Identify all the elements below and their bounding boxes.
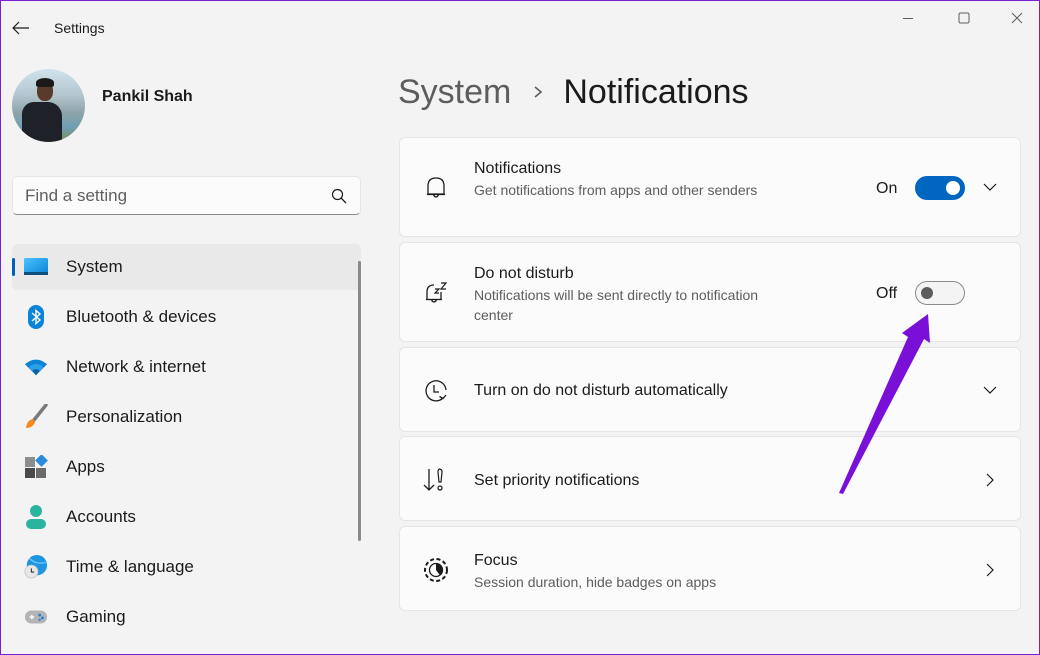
card-title: Focus: [474, 552, 518, 569]
globe-clock-icon: [24, 555, 48, 579]
dnd-automatic-card[interactable]: Turn on do not disturb automatically: [399, 347, 1021, 432]
close-button[interactable]: [994, 2, 1040, 34]
chevron-down-icon[interactable]: [980, 380, 1000, 400]
sidebar-item-label: Gaming: [66, 607, 126, 626]
sidebar-item-label: Network & internet: [66, 357, 206, 376]
avatar-hair-shape: [36, 78, 54, 87]
minimize-button[interactable]: [885, 2, 931, 34]
card-title: Do not disturb: [474, 265, 574, 282]
chevron-right-icon[interactable]: [980, 560, 1000, 580]
avatar-body-shape: [22, 102, 62, 142]
priority-arrow-icon: [422, 466, 450, 494]
toggle-knob: [946, 181, 960, 195]
card-description: Get notifications from apps and other se…: [474, 182, 758, 198]
card-title: Turn on do not disturb automatically: [474, 382, 728, 399]
minimize-icon: [903, 18, 913, 19]
sidebar-item-time-language[interactable]: Time & language: [12, 544, 361, 590]
avatar[interactable]: [12, 69, 85, 142]
title-bar: Settings: [0, 0, 1040, 56]
search-icon[interactable]: [330, 187, 348, 205]
do-not-disturb-toggle[interactable]: [915, 281, 965, 305]
paintbrush-icon: [24, 404, 48, 429]
back-arrow-icon: [12, 21, 29, 35]
card-description: Notifications will be sent directly to n…: [474, 287, 759, 323]
focus-card[interactable]: Focus Session duration, hide badges on a…: [399, 526, 1021, 611]
sidebar-item-network[interactable]: Network & internet: [12, 344, 361, 390]
active-indicator: [12, 258, 15, 276]
app-title: Settings: [54, 20, 105, 36]
bell-snooze-icon: [422, 279, 450, 307]
close-icon: [1011, 12, 1023, 24]
search-input[interactable]: [25, 185, 330, 206]
system-display-icon: [24, 255, 48, 279]
breadcrumb: System Notifications: [398, 70, 749, 114]
maximize-button[interactable]: [941, 2, 987, 34]
apps-icon: [24, 455, 48, 479]
card-title: Notifications: [474, 160, 562, 177]
sidebar-scrollbar[interactable]: [358, 261, 361, 541]
toggle-state-label: On: [876, 180, 898, 197]
sidebar-item-gaming[interactable]: Gaming: [12, 594, 361, 640]
do-not-disturb-card: Do not disturb Notifications will be sen…: [399, 242, 1021, 342]
bluetooth-icon: [24, 305, 48, 329]
card-description: Session duration, hide badges on apps: [474, 574, 717, 590]
focus-timer-icon: [422, 556, 450, 584]
sidebar-item-apps[interactable]: Apps: [12, 444, 361, 490]
user-name: Pankil Shah: [102, 88, 193, 105]
account-icon: [24, 505, 48, 529]
sidebar-item-label: Apps: [66, 457, 105, 476]
sidebar-item-label: Time & language: [66, 557, 194, 576]
bell-icon: [422, 174, 450, 202]
sidebar-item-label: Personalization: [66, 407, 183, 426]
sidebar-item-system[interactable]: System: [12, 244, 361, 290]
clock-refresh-icon: [422, 377, 450, 405]
sidebar-item-label: System: [66, 257, 123, 276]
breadcrumb-parent[interactable]: System: [398, 73, 511, 112]
notifications-toggle[interactable]: [915, 176, 965, 200]
sidebar-item-personalization[interactable]: Personalization: [12, 394, 361, 440]
toggle-knob: [921, 287, 933, 299]
notifications-card[interactable]: Notifications Get notifications from app…: [399, 137, 1021, 237]
gamepad-icon: [24, 605, 48, 629]
toggle-state-label: Off: [876, 285, 898, 302]
page-title: Notifications: [563, 72, 749, 111]
search-field[interactable]: [12, 176, 361, 215]
card-title: Set priority notifications: [474, 472, 640, 489]
maximize-icon: [958, 12, 970, 24]
sidebar-item-label: Bluetooth & devices: [66, 307, 217, 326]
sidebar-nav: System Bluetooth & devices Network & int…: [12, 244, 361, 644]
sidebar-item-accounts[interactable]: Accounts: [12, 494, 361, 540]
wifi-icon: [24, 355, 48, 379]
chevron-right-icon: [533, 84, 543, 100]
back-button[interactable]: [8, 14, 34, 42]
sidebar-item-label: Accounts: [66, 507, 136, 526]
chevron-right-icon[interactable]: [980, 470, 1000, 490]
sidebar-item-bluetooth[interactable]: Bluetooth & devices: [12, 294, 361, 340]
chevron-down-icon[interactable]: [980, 177, 1000, 197]
priority-notifications-card[interactable]: Set priority notifications: [399, 436, 1021, 521]
